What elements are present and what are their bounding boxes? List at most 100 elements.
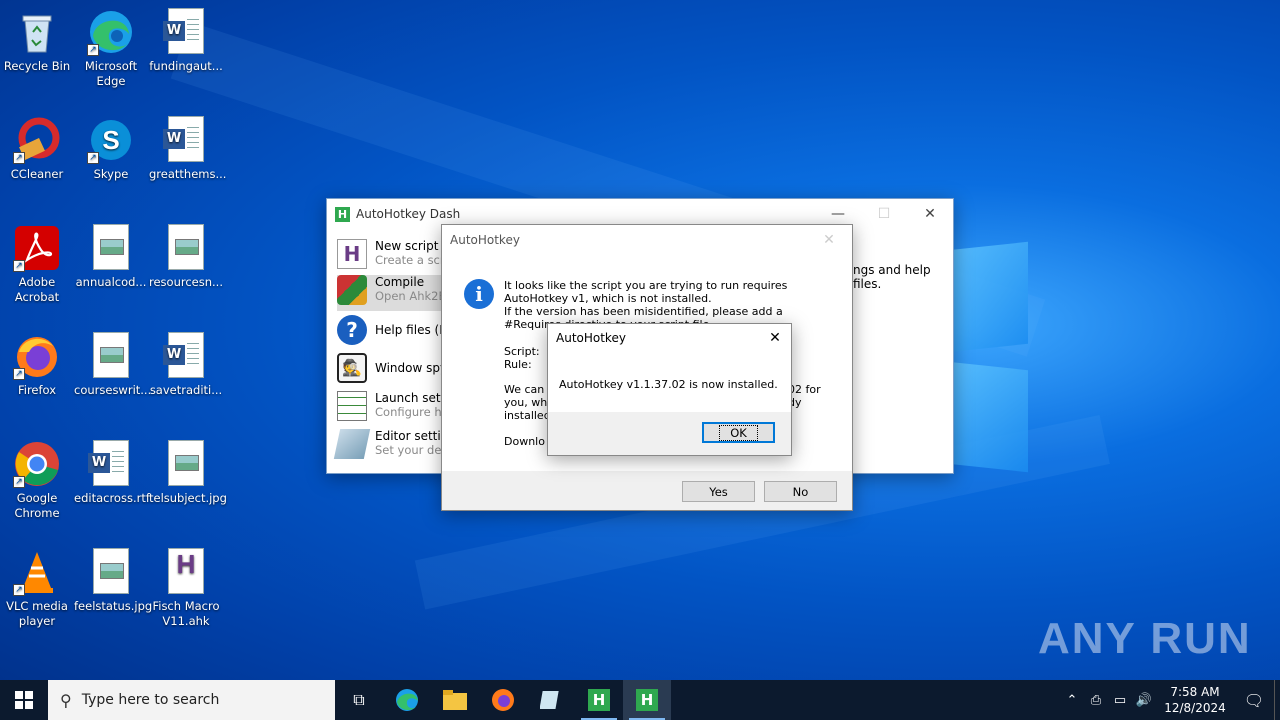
window-spy-icon: 🕵 xyxy=(337,353,367,383)
desktop-icon-recycle-bin[interactable]: Recycle Bin xyxy=(0,2,74,74)
script-label: Script: xyxy=(504,345,540,358)
network-icon[interactable]: ▭ xyxy=(1108,693,1132,708)
taskbar-edge[interactable] xyxy=(383,680,431,720)
folder-icon xyxy=(443,690,467,710)
device-icon[interactable]: ⎙ xyxy=(1084,693,1108,708)
skype-icon: S ↗ xyxy=(87,116,135,164)
new-script-icon: H xyxy=(337,239,367,269)
task-view-button[interactable]: ⧉ xyxy=(335,680,383,720)
help-icon: ? xyxy=(337,315,367,345)
image-file-icon xyxy=(87,224,135,272)
taskbar-autohotkey-1[interactable]: H xyxy=(575,680,623,720)
dash-item-new-script[interactable]: H New script Create a scri xyxy=(337,239,457,275)
desktop-icon-vlc[interactable]: ↗ VLC media player xyxy=(0,542,74,629)
desktop-icon-google-chrome[interactable]: ↗ Google Chrome xyxy=(0,434,74,521)
word-document-icon: W xyxy=(162,116,210,164)
image-file-icon xyxy=(87,548,135,596)
installed-body: AutoHotkey v1.1.37.02 is now installed. xyxy=(548,352,791,412)
notification-icon[interactable]: 🗨 xyxy=(1234,691,1274,710)
installed-footer: OK xyxy=(548,412,791,455)
recycle-bin-icon xyxy=(13,8,61,56)
image-file-icon xyxy=(162,224,210,272)
start-button[interactable] xyxy=(0,680,48,720)
show-desktop-button[interactable] xyxy=(1274,680,1280,720)
taskbar-autohotkey-2[interactable]: H xyxy=(623,680,671,720)
edge-icon: ↗ xyxy=(87,8,135,56)
image-file-icon xyxy=(87,332,135,380)
close-button[interactable]: ✕ xyxy=(907,199,953,229)
vlc-icon: ↗ xyxy=(13,548,61,596)
firefox-icon xyxy=(492,689,514,711)
requires-dialog-footer: Yes No xyxy=(442,471,852,510)
word-document-icon: W xyxy=(162,8,210,56)
dash-title: AutoHotkey Dash xyxy=(356,207,461,221)
taskbar-search-box[interactable]: ⚲ Type here to search xyxy=(48,680,335,720)
dash-item-editor-settings[interactable]: Editor setting Set your def xyxy=(333,429,457,465)
chrome-icon: ↗ xyxy=(13,440,61,488)
clock-date: 12/8/2024 xyxy=(1164,701,1226,715)
dash-item-compile[interactable]: Compile Open Ahk2E xyxy=(337,275,447,311)
compile-icon xyxy=(337,275,367,305)
no-button[interactable]: No xyxy=(764,481,837,502)
dash-item-help-files[interactable]: ? Help files (F1 xyxy=(337,315,457,351)
desktop-icon-editacross[interactable]: W editacross.rtf xyxy=(74,434,150,506)
close-button[interactable]: ✕ xyxy=(806,225,852,255)
edge-icon xyxy=(396,689,418,711)
desktop-icon-ccleaner[interactable]: ↗ CCleaner xyxy=(0,110,74,182)
clock[interactable]: 7:58 AM 12/8/2024 xyxy=(1162,684,1228,716)
windows-start-icon xyxy=(15,691,33,709)
autohotkey-icon: H xyxy=(588,689,610,711)
desktop-icon-greatthems[interactable]: W greatthems... xyxy=(149,110,226,182)
taskbar: ⚲ Type here to search ⧉ H H ⌃ ⎙ ▭ 🔊 7:58… xyxy=(0,680,1280,720)
svg-text:S: S xyxy=(102,125,119,155)
taskbar-file-explorer[interactable] xyxy=(431,680,479,720)
ok-button[interactable]: OK xyxy=(702,422,775,443)
anyrun-watermark: ANY RUN xyxy=(1038,614,1252,663)
autohotkey-icon: H xyxy=(636,689,658,711)
dash-item-window-spy[interactable]: 🕵 Window spy xyxy=(337,353,457,389)
list-settings-icon xyxy=(337,391,367,421)
chevron-up-icon[interactable]: ⌃ xyxy=(1060,693,1084,708)
desktop-icon-fundingaut[interactable]: W fundingaut... xyxy=(149,2,223,74)
install-offer-text-right: 02 for dy xyxy=(788,383,821,409)
adobe-acrobat-icon: ↗ xyxy=(13,224,61,272)
autohotkey-icon: H xyxy=(335,206,350,222)
install-offer-text: We can t you, whi installed xyxy=(504,383,552,422)
desktop-icon-courseswrit[interactable]: courseswrit... xyxy=(74,326,151,398)
search-icon: ⚲ xyxy=(60,690,72,710)
rule-label: Rule: xyxy=(504,358,532,371)
desktop-icon-telsubject[interactable]: telsubject.jpg xyxy=(149,434,227,506)
yes-button[interactable]: Yes xyxy=(682,481,755,502)
ahk-script-icon: H xyxy=(162,548,210,596)
close-button[interactable]: ✕ xyxy=(759,324,791,352)
requires-dialog-title: AutoHotkey xyxy=(450,233,520,247)
desktop-icon-feelstatus[interactable]: feelstatus.jpg xyxy=(74,542,152,614)
clock-time: 7:58 AM xyxy=(1170,685,1220,699)
ccleaner-icon: ↗ xyxy=(13,116,61,164)
installed-title: AutoHotkey xyxy=(556,331,626,345)
desktop-icon-fisch-macro[interactable]: H Fisch Macro V11.ahk xyxy=(149,542,223,629)
desktop-icon-skype[interactable]: S ↗ Skype xyxy=(74,110,148,182)
desktop-icon-savetraditi[interactable]: W savetraditi... xyxy=(149,326,223,398)
desktop-icon-adobe-acrobat[interactable]: ↗ Adobe Acrobat xyxy=(0,218,74,305)
word-document-icon: W xyxy=(87,440,135,488)
taskbar-firefox[interactable] xyxy=(479,680,527,720)
volume-icon[interactable]: 🔊 xyxy=(1132,693,1156,708)
desktop-icon-annualcod[interactable]: annualcod... xyxy=(74,218,148,290)
notepad-icon xyxy=(540,691,559,709)
desktop-icon-firefox[interactable]: ↗ Firefox xyxy=(0,326,74,398)
installed-message: AutoHotkey v1.1.37.02 is now installed. xyxy=(559,378,778,391)
image-file-icon xyxy=(162,440,210,488)
firefox-icon: ↗ xyxy=(13,332,61,380)
download-link[interactable]: Downlo xyxy=(504,435,545,448)
dash-item-launch-settings[interactable]: Launch setti Configure h xyxy=(337,391,457,427)
maximize-button[interactable]: ☐ xyxy=(861,199,907,229)
info-icon: i xyxy=(464,279,494,309)
taskbar-notepad[interactable] xyxy=(527,680,575,720)
desktop-icon-edge[interactable]: ↗ Microsoft Edge xyxy=(74,2,148,89)
desktop-icon-resourcesn[interactable]: resourcesn... xyxy=(149,218,223,290)
dash-description-text: ngs and help files. xyxy=(853,263,931,291)
editor-settings-icon xyxy=(333,429,371,459)
installed-message-box: AutoHotkey ✕ AutoHotkey v1.1.37.02 is no… xyxy=(547,323,792,456)
search-placeholder: Type here to search xyxy=(81,692,220,708)
